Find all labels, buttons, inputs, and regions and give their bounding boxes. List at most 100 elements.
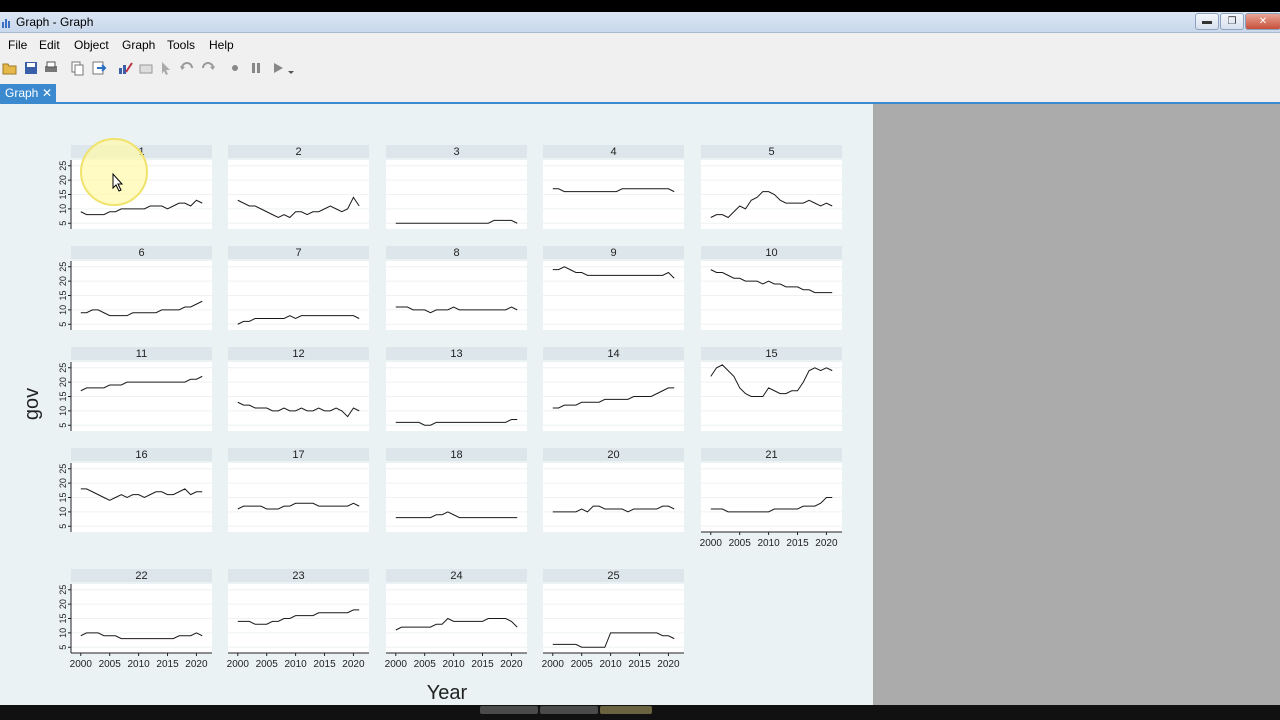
panel-title: 7	[295, 247, 301, 259]
close-button[interactable]: ✕	[1245, 13, 1280, 30]
y-tick-label: 15	[58, 189, 68, 199]
y-tick-label: 20	[58, 377, 68, 387]
x-tick-label: 2010	[599, 659, 622, 670]
x-tick-label: 2015	[471, 659, 494, 670]
taskbar-item[interactable]	[540, 706, 598, 714]
y-axis-title: gov	[21, 388, 43, 420]
x-tick-label: 2005	[571, 659, 594, 670]
menu-file[interactable]: File	[8, 38, 27, 52]
y-tick-label: 5	[58, 322, 68, 327]
window-title: Graph - Graph	[16, 15, 94, 29]
y-tick-label: 5	[58, 423, 68, 428]
panel-title: 13	[450, 348, 462, 360]
y-tick-label: 20	[58, 599, 68, 609]
x-tick-label: 2020	[185, 659, 208, 670]
x-tick-label: 2000	[542, 659, 565, 670]
pointer-icon[interactable]	[158, 60, 174, 76]
taskbar-item[interactable]	[480, 706, 538, 714]
y-tick-label: 5	[58, 645, 68, 650]
stata-graph-icon	[2, 19, 10, 28]
x-axis-title: Year	[427, 682, 468, 704]
x-tick-label: 2000	[700, 538, 723, 549]
x-tick-label: 2020	[500, 659, 523, 670]
panel-title: 24	[450, 570, 462, 582]
maximize-button[interactable]: ❐	[1220, 13, 1244, 30]
x-tick-label: 2020	[815, 538, 838, 549]
pause-icon[interactable]	[248, 60, 264, 76]
minimize-icon: ▬	[1202, 16, 1212, 27]
panel-title: 6	[138, 247, 144, 259]
x-tick-label: 2010	[127, 659, 150, 670]
close-icon: ✕	[1258, 16, 1268, 27]
panel-title: 22	[135, 570, 147, 582]
x-tick-label: 2015	[156, 659, 179, 670]
y-tick-label: 20	[58, 478, 68, 488]
menu-help[interactable]: Help	[209, 38, 234, 52]
y-tick-label: 25	[58, 363, 68, 373]
print-icon[interactable]	[43, 60, 59, 76]
y-tick-label: 20	[58, 175, 68, 185]
chevron-down-icon[interactable]	[287, 60, 295, 76]
y-tick-label: 10	[58, 507, 68, 517]
x-tick-label: 2005	[414, 659, 437, 670]
y-tick-label: 25	[58, 161, 68, 171]
panel-title: 8	[453, 247, 459, 259]
graph-canvas[interactable]: 1 5 10 15 20 25 2 3 4 5 6 5 10 15 20 25 7 8 9 10 11 5 10 15 20 25…	[0, 104, 873, 705]
x-tick-label: 2005	[729, 538, 752, 549]
x-tick-label: 2005	[99, 659, 122, 670]
panel-title: 25	[607, 570, 619, 582]
x-tick-label: 2020	[657, 659, 680, 670]
undo-icon[interactable]	[179, 60, 195, 76]
menu-edit[interactable]: Edit	[39, 38, 60, 52]
y-tick-label: 5	[58, 221, 68, 226]
panel-title: 14	[607, 348, 619, 360]
y-tick-label: 15	[58, 391, 68, 401]
x-tick-label: 2015	[786, 538, 809, 549]
panel-title: 20	[607, 449, 619, 461]
object-browser-icon[interactable]	[138, 60, 154, 76]
x-tick-label: 2000	[227, 659, 250, 670]
menu-bar: File Edit Object Graph Tools Help	[0, 33, 1280, 55]
y-tick-label: 15	[58, 290, 68, 300]
export-icon[interactable]	[91, 60, 107, 76]
copy-icon[interactable]	[70, 60, 86, 76]
menu-object[interactable]: Object	[74, 38, 109, 52]
panel-title: 15	[765, 348, 777, 360]
panel-title: 9	[610, 247, 616, 259]
panel-title: 2	[295, 146, 301, 158]
graph-window: Graph - Graph ▬ ❐ ✕ File Edit Object Gra…	[0, 12, 1280, 705]
menu-graph[interactable]: Graph	[122, 38, 155, 52]
panel-title: 18	[450, 449, 462, 461]
redo-icon[interactable]	[200, 60, 216, 76]
panel-title: 3	[453, 146, 459, 158]
y-tick-label: 10	[58, 628, 68, 638]
taskbar-item[interactable]	[600, 706, 652, 714]
y-tick-label: 20	[58, 276, 68, 286]
x-tick-label: 2015	[313, 659, 336, 670]
tab-close-icon[interactable]: ✕	[42, 84, 52, 102]
menu-tools[interactable]: Tools	[167, 38, 195, 52]
maximize-icon: ❐	[1227, 16, 1237, 27]
panel-title: 23	[292, 570, 304, 582]
title-bar[interactable]: Graph - Graph ▬ ❐ ✕	[0, 12, 1280, 33]
record-icon[interactable]	[227, 60, 243, 76]
empty-workspace	[873, 104, 1280, 705]
play-icon[interactable]	[270, 60, 286, 76]
panel-title: 12	[292, 348, 304, 360]
y-tick-label: 15	[58, 492, 68, 502]
tab-graph[interactable]: Graph ✕	[0, 84, 56, 102]
y-tick-label: 25	[58, 262, 68, 272]
graph-editor-icon[interactable]	[117, 60, 133, 76]
x-tick-label: 2010	[442, 659, 465, 670]
minimize-button[interactable]: ▬	[1195, 13, 1219, 30]
toolbar	[0, 57, 1280, 81]
tab-label: Graph	[5, 86, 39, 100]
x-tick-label: 2000	[385, 659, 408, 670]
panel-title: 17	[292, 449, 304, 461]
tab-strip: Graph ✕	[0, 83, 1280, 104]
y-tick-label: 10	[58, 204, 68, 214]
cursor-highlight	[80, 138, 148, 206]
panel-title: 16	[135, 449, 147, 461]
open-icon[interactable]	[2, 60, 18, 76]
save-icon[interactable]	[23, 60, 39, 76]
